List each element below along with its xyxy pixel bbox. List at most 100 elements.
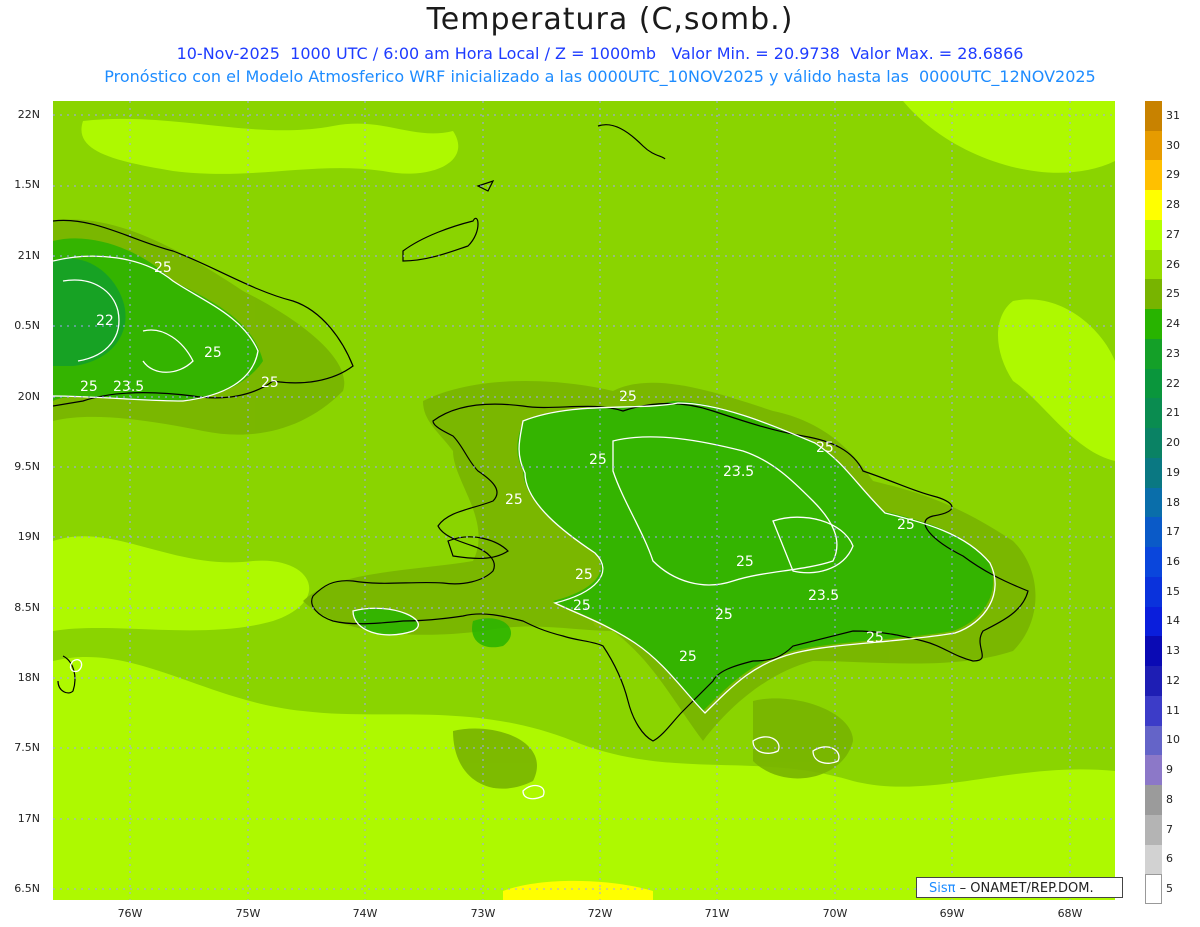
lat-label: 20N: [17, 390, 40, 403]
colorbar-segment: [1145, 517, 1162, 548]
contour-label: 25: [573, 598, 591, 614]
colorbar-label: 20: [1166, 436, 1180, 450]
colorbar-segment: [1145, 309, 1162, 340]
contour-label: 23.5: [723, 464, 754, 480]
lon-label: 74W: [352, 907, 378, 920]
contour-label: 25: [619, 389, 637, 405]
colorbar-segment: [1145, 368, 1162, 399]
colorbar-segment: [1145, 695, 1162, 727]
contour-label: 25: [154, 260, 172, 276]
colorbar-segment: [1145, 279, 1162, 310]
lat-label: 19N: [17, 530, 40, 543]
colorbar-label: 6: [1166, 852, 1173, 866]
colorbar-segment: [1145, 755, 1162, 786]
contour-label: 23.5: [808, 588, 839, 604]
colorbar-label: 25: [1166, 287, 1180, 301]
lat-label: 22N: [17, 108, 40, 121]
colorbar-label: 15: [1166, 584, 1180, 598]
colorbar-segment: [1145, 606, 1162, 637]
lon-label: 69W: [939, 907, 965, 920]
lon-label: 70W: [822, 907, 848, 920]
contour-label: 25: [204, 345, 222, 361]
lat-label: 1.5N: [14, 178, 40, 191]
contour-label: 25: [589, 452, 607, 468]
lon-label: 71W: [704, 907, 730, 920]
colorbar-label: 9: [1166, 763, 1173, 777]
contour-label: 25: [715, 607, 733, 623]
contour-label: 23.5: [113, 379, 144, 395]
colorbar-label: 24: [1166, 317, 1180, 331]
colorbar-label: 7: [1166, 822, 1173, 836]
colorbar-label: 13: [1166, 644, 1180, 658]
colorbar-label: 22: [1166, 376, 1180, 390]
colorbar-segment: [1145, 725, 1162, 756]
colorbar-label: 11: [1166, 703, 1180, 717]
lon-label: 75W: [235, 907, 261, 920]
colorbar-segment: [1145, 576, 1162, 608]
colorbar-label: 21: [1166, 406, 1180, 420]
colorbar-label: 8: [1166, 792, 1173, 806]
contour-label: 25: [736, 554, 754, 570]
contour-label: 25: [897, 517, 915, 533]
contour-label: 25: [575, 567, 593, 583]
contour-label: 25: [866, 630, 884, 646]
colorbar-segment: [1145, 636, 1162, 667]
colorbar-segment: [1145, 101, 1162, 132]
colorbar-label: 28: [1166, 198, 1180, 212]
map-title: Temperatura (C,somb.): [426, 2, 794, 37]
colorbar-label: 31: [1166, 108, 1180, 122]
colorbar-label: 18: [1166, 495, 1180, 509]
contour-label: 25: [80, 379, 98, 395]
lat-label: 0.5N: [14, 319, 40, 332]
lon-label: 73W: [470, 907, 496, 920]
colorbar-segment: [1145, 487, 1162, 518]
colorbar-label: 27: [1166, 227, 1180, 241]
lat-label: 6.5N: [14, 882, 40, 895]
colorbar-label: 30: [1166, 138, 1180, 152]
lat-label: 9.5N: [14, 460, 40, 473]
colorbar-segment: [1145, 219, 1162, 251]
lat-label: 17N: [17, 812, 40, 825]
colorbar-segment: [1145, 428, 1162, 459]
colorbar-label: 23: [1166, 346, 1180, 360]
colorbar-segment: [1145, 457, 1162, 489]
subtitle-model-info: Pronóstico con el Modelo Atmosferico WRF…: [104, 67, 1096, 86]
colorbar-label: 10: [1166, 733, 1180, 747]
lat-label: 7.5N: [14, 741, 40, 754]
lat-label: 18N: [17, 671, 40, 684]
lat-label: 8.5N: [14, 601, 40, 614]
contour-label: 25: [679, 649, 697, 665]
credit-brand: Sisπ: [929, 881, 956, 896]
subtitle-valid-time: 10-Nov-2025 1000 UTC / 6:00 am Hora Loca…: [176, 44, 1024, 63]
contour-label: 22: [96, 313, 114, 329]
colorbar-segment: [1145, 814, 1162, 845]
colorbar-label: 16: [1166, 554, 1180, 568]
contour-label: 25: [261, 375, 279, 391]
colorbar-label: 19: [1166, 465, 1180, 479]
colorbar: [1145, 101, 1162, 905]
colorbar-segment: [1145, 874, 1162, 905]
colorbar-segment: [1145, 249, 1162, 280]
colorbar-segment: [1145, 130, 1162, 161]
colorbar-segment: [1145, 844, 1162, 875]
colorbar-segment: [1145, 785, 1162, 816]
map-canvas: 25 22 25 25 23.5 25 25 25 25 23.5 25 25 …: [53, 101, 1115, 900]
colorbar-label: 26: [1166, 257, 1180, 271]
contour-label: 25: [505, 492, 523, 508]
colorbar-label: 12: [1166, 673, 1180, 687]
lon-label: 72W: [587, 907, 613, 920]
lon-label: 76W: [117, 907, 143, 920]
credit-box: Sisπ – ONAMET/REP.DOM.: [916, 877, 1123, 898]
temperature-map: 25 22 25 25 23.5 25 25 25 25 23.5 25 25 …: [53, 101, 1115, 900]
contour-label: 25: [816, 440, 834, 456]
colorbar-segment: [1145, 547, 1162, 578]
colorbar-segment: [1145, 398, 1162, 429]
colorbar-label: 29: [1166, 168, 1180, 182]
colorbar-segment: [1145, 666, 1162, 697]
colorbar-segment: [1145, 190, 1162, 221]
lat-label: 21N: [17, 249, 40, 262]
colorbar-segment: [1145, 338, 1162, 370]
colorbar-label: 14: [1166, 614, 1180, 628]
lon-label: 68W: [1057, 907, 1083, 920]
credit-text: – ONAMET/REP.DOM.: [959, 881, 1094, 896]
